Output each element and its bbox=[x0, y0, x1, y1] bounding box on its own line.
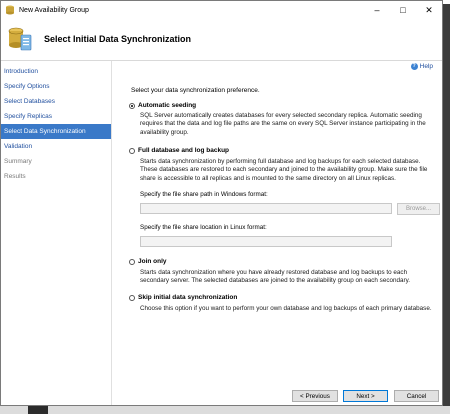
sync-preference-prompt: Select your data synchronization prefere… bbox=[131, 87, 260, 94]
automatic-seeding-description: SQL Server automatically creates databas… bbox=[140, 112, 426, 136]
sidebar-item-specify-options[interactable]: Specify Options bbox=[1, 79, 111, 94]
automatic-seeding-radio[interactable] bbox=[129, 102, 135, 109]
windows-path-input[interactable] bbox=[140, 203, 392, 214]
skip-sync-description: Choose this option if you want to perfor… bbox=[140, 305, 432, 312]
sidebar-item-validation[interactable]: Validation bbox=[1, 139, 111, 154]
window-title: New Availability Group bbox=[19, 6, 89, 14]
database-wizard-icon bbox=[8, 27, 32, 51]
skip-sync-label[interactable]: Skip initial data synchronization bbox=[138, 294, 237, 301]
full-backup-label[interactable]: Full database and log backup bbox=[138, 147, 229, 154]
help-link[interactable]: ? Help bbox=[410, 63, 433, 70]
linux-path-label: Specify the file share location in Linux… bbox=[140, 224, 267, 231]
window-shadow-bottom bbox=[0, 406, 450, 414]
full-backup-radio[interactable] bbox=[129, 147, 135, 154]
help-icon: ? bbox=[410, 63, 418, 70]
skip-sync-radio[interactable] bbox=[129, 294, 135, 301]
windows-path-label: Specify the file share path in Windows f… bbox=[140, 191, 268, 198]
browse-button[interactable]: Browse... bbox=[397, 203, 440, 215]
sidebar-item-specify-replicas[interactable]: Specify Replicas bbox=[1, 109, 111, 124]
option-skip-sync[interactable]: Skip initial data synchronization bbox=[129, 294, 237, 301]
full-backup-description: Starts data synchronization by performin… bbox=[140, 158, 428, 182]
automatic-seeding-label[interactable]: Automatic seeding bbox=[138, 102, 196, 109]
sidebar-item-summary: Summary bbox=[4, 158, 32, 165]
next-button[interactable]: Next > bbox=[343, 390, 388, 402]
sidebar-item-results: Results bbox=[4, 173, 26, 180]
minimize-icon[interactable]: – bbox=[364, 1, 390, 19]
linux-path-input[interactable] bbox=[140, 236, 392, 247]
join-only-radio[interactable] bbox=[129, 258, 135, 265]
window-shadow-right bbox=[443, 4, 450, 414]
page-title: Select Initial Data Synchronization bbox=[44, 34, 192, 44]
wizard-steps-sidebar: Introduction Specify Options Select Data… bbox=[1, 61, 112, 405]
join-only-label[interactable]: Join only bbox=[138, 258, 167, 265]
option-full-backup[interactable]: Full database and log backup bbox=[129, 147, 229, 154]
option-join-only[interactable]: Join only bbox=[129, 258, 167, 265]
sidebar-item-select-databases[interactable]: Select Databases bbox=[1, 94, 111, 109]
join-only-description: Starts data synchronization where you ha… bbox=[140, 269, 411, 285]
title-bar[interactable]: New Availability Group – □ ✕ bbox=[1, 1, 442, 19]
previous-button[interactable]: < Previous bbox=[292, 390, 338, 402]
window-controls: – □ ✕ bbox=[364, 1, 442, 19]
main-content: ? Help Select your data synchronization … bbox=[112, 61, 442, 405]
page-header: Select Initial Data Synchronization bbox=[1, 19, 442, 61]
sidebar-item-introduction[interactable]: Introduction bbox=[1, 64, 111, 79]
taskbar-fragment bbox=[28, 406, 48, 414]
option-automatic-seeding[interactable]: Automatic seeding bbox=[129, 102, 196, 109]
database-app-icon bbox=[6, 5, 14, 15]
help-label: Help bbox=[419, 63, 433, 70]
maximize-icon[interactable]: □ bbox=[390, 1, 416, 19]
sidebar-item-select-data-synchronization[interactable]: Select Data Synchronization bbox=[1, 124, 111, 139]
close-icon[interactable]: ✕ bbox=[416, 1, 442, 19]
wizard-window: New Availability Group – □ ✕ Select Init… bbox=[0, 0, 443, 406]
cancel-button[interactable]: Cancel bbox=[394, 390, 439, 402]
